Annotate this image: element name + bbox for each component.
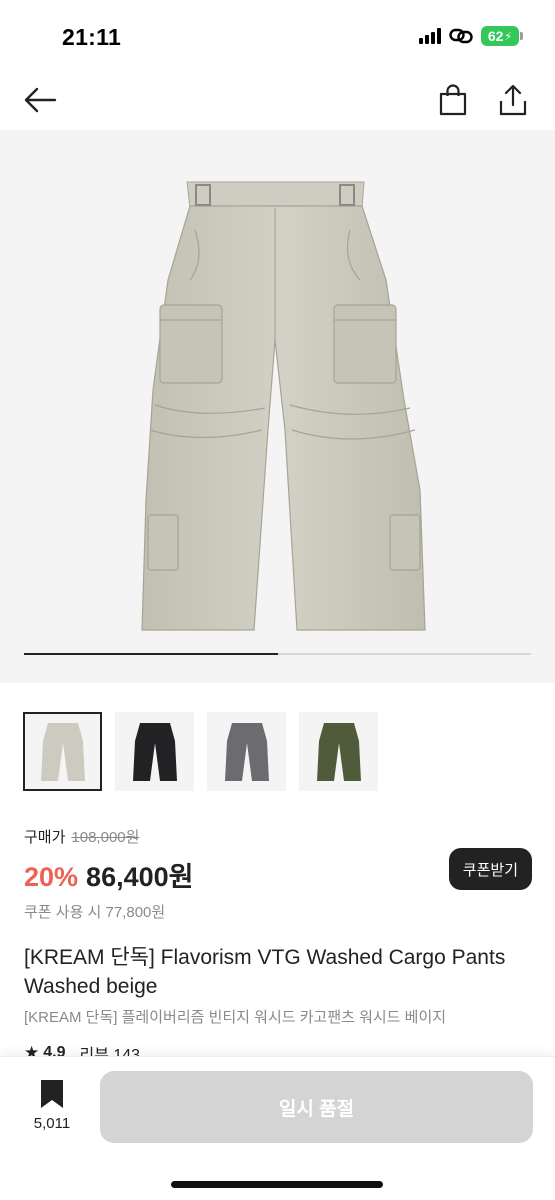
- pants-thumbnail-image: [132, 722, 177, 781]
- purchase-label: 구매가: [24, 829, 66, 846]
- bookmark-icon: [41, 1080, 63, 1108]
- product-image[interactable]: [0, 130, 555, 683]
- pants-thumbnail-image: [224, 722, 269, 781]
- status-bar: 21:11 62 ⚡: [0, 0, 555, 72]
- bookmark-count: 5,011: [33, 1115, 71, 1132]
- gallery-progress-fill: [24, 653, 278, 655]
- shopping-bag-icon: [439, 84, 467, 116]
- price-section: 구매가 108,000원 20% 86,400원 쿠폰 사용 시 77,800원…: [24, 826, 534, 922]
- discount-rate: 20%: [24, 862, 79, 892]
- color-thumbnail[interactable]: [299, 712, 378, 791]
- battery-icon: 62 ⚡: [481, 26, 523, 46]
- purchase-row: 구매가 108,000원: [24, 826, 534, 847]
- top-nav: [0, 72, 555, 130]
- product-name: [KREAM 단독] Flavorism VTG Washed Cargo Pa…: [24, 946, 506, 998]
- cargo-pants-image: [141, 181, 426, 631]
- product-name-korean: [KREAM 단독] 플레이버리즘 빈티지 워시드 카고팬츠 워시드 베이지: [24, 1009, 447, 1026]
- color-thumbnail[interactable]: [207, 712, 286, 791]
- share-button[interactable]: [493, 80, 533, 120]
- bottom-action-bar: 5,011 일시 품절: [0, 1056, 555, 1200]
- get-coupon-button[interactable]: 쿠폰받기: [448, 848, 532, 890]
- signal-icon: [419, 28, 441, 44]
- share-icon: [499, 84, 527, 116]
- battery-level: 62: [487, 28, 504, 44]
- link-icon: [449, 28, 473, 44]
- sale-price: 86,400원: [86, 862, 194, 892]
- pants-thumbnail-image: [40, 722, 85, 781]
- color-thumbnail[interactable]: [23, 712, 102, 791]
- home-indicator: [171, 1181, 383, 1188]
- status-icons: 62 ⚡: [419, 26, 523, 46]
- bookmark-button[interactable]: 5,011: [22, 1079, 82, 1149]
- pants-thumbnail-image: [316, 722, 361, 781]
- arrow-left-icon: [24, 87, 57, 113]
- product-info: [KREAM 단독] Flavorism VTG Washed Cargo Pa…: [24, 943, 534, 1065]
- shopping-bag-button[interactable]: [433, 80, 473, 120]
- color-thumbnails: [23, 712, 378, 791]
- status-time: 21:11: [62, 24, 122, 50]
- original-price: 108,000원: [71, 829, 140, 846]
- color-thumbnail[interactable]: [115, 712, 194, 791]
- sold-out-button[interactable]: 일시 품절: [100, 1071, 533, 1143]
- back-button[interactable]: [20, 80, 60, 120]
- gallery-progress-track: [24, 653, 531, 655]
- coupon-price: 쿠폰 사용 시 77,800원: [24, 904, 166, 921]
